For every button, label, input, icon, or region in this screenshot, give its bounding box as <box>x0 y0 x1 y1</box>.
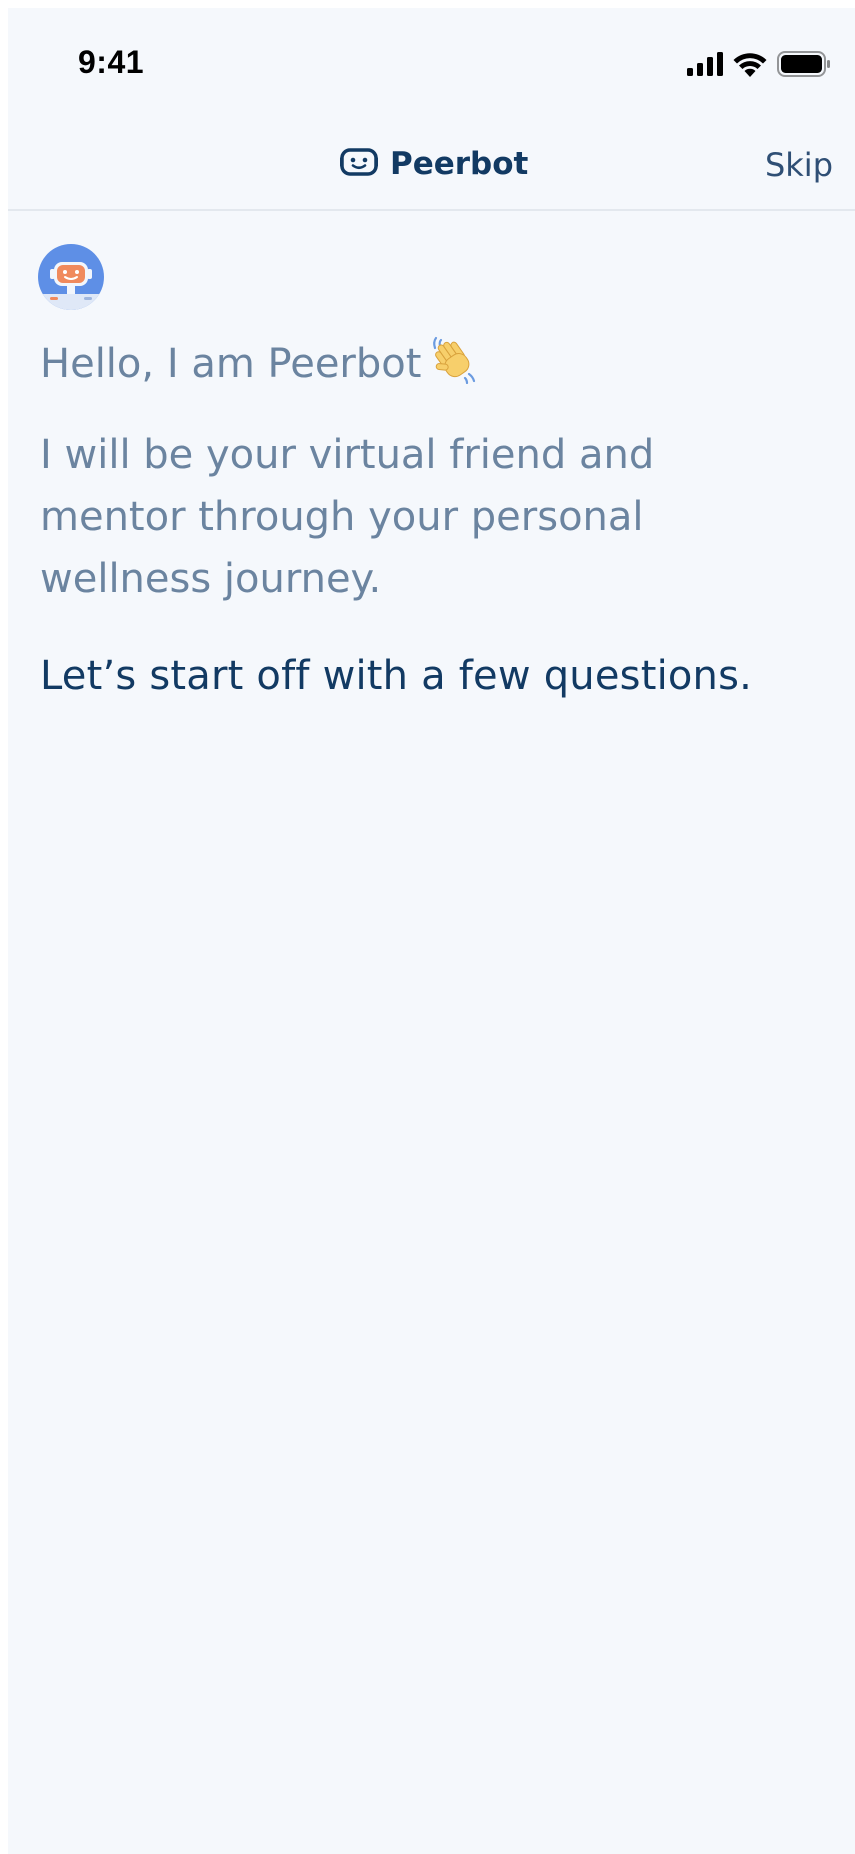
peerbot-avatar-icon <box>38 244 104 310</box>
app-title: Peerbot <box>340 144 528 184</box>
intro-line: I will be your virtual friend and <box>40 432 655 478</box>
wifi-icon <box>733 52 767 81</box>
intro-message: I will be your virtual friend and mentor… <box>40 424 760 610</box>
greeting-text: Hello, I am Peerbot <box>40 341 422 387</box>
robot-face-icon <box>340 147 378 181</box>
app-title-text: Peerbot <box>390 146 529 182</box>
waving-hand-icon <box>429 334 479 394</box>
intro-line: mentor through your personal <box>40 494 644 540</box>
battery-icon <box>777 51 831 81</box>
cellular-signal-icon <box>687 52 723 80</box>
greeting-message: Hello, I am Peerbot <box>40 334 479 394</box>
navigation-bar: Peerbot Skip <box>8 108 855 211</box>
skip-button[interactable]: Skip <box>765 146 833 184</box>
app-screen: 9:41 Peerbot Skip Hello, I am Peerbot I … <box>8 8 855 1854</box>
intro-line: wellness journey. <box>40 556 382 602</box>
status-icons <box>687 51 831 81</box>
status-bar: 9:41 <box>8 8 855 108</box>
status-time: 9:41 <box>78 44 145 80</box>
start-questions-message: Let’s start off with a few questions. <box>40 653 753 699</box>
